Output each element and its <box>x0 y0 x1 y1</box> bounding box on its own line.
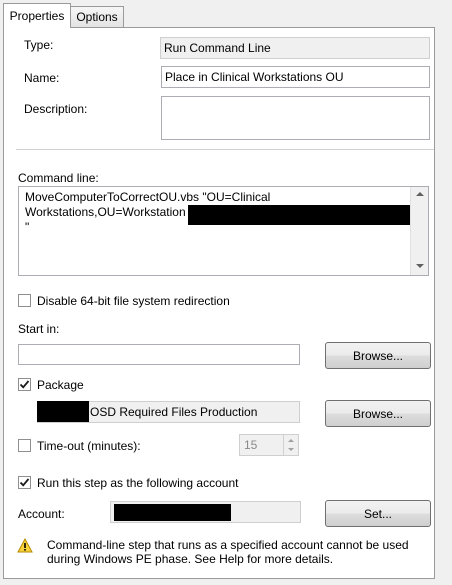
description-label: Description: <box>24 102 88 116</box>
tab-options-label: Options <box>76 10 118 24</box>
tab-properties-label: Properties <box>9 9 65 23</box>
command-line-scrollbar[interactable] <box>410 187 428 275</box>
description-input[interactable] <box>161 96 430 140</box>
timeout-spin-buttons[interactable] <box>283 435 299 455</box>
spin-up-icon[interactable] <box>288 439 294 442</box>
package-browse-button[interactable]: Browse... <box>325 400 431 427</box>
disable-redirection-checkbox[interactable] <box>18 294 31 307</box>
disable-redirection-label: Disable 64-bit file system redirection <box>37 294 230 308</box>
name-label: Name: <box>24 71 60 85</box>
package-value: OSD Required Files Production <box>90 405 258 419</box>
warning-text-line1: Command-line step that runs as a specifi… <box>47 538 409 552</box>
command-line-label: Command line: <box>18 171 99 185</box>
name-input[interactable]: Place in Clinical Workstations OU <box>161 66 430 88</box>
type-field: Run Command Line <box>160 37 430 59</box>
spin-down-icon[interactable] <box>288 448 294 451</box>
tab-options[interactable]: Options <box>70 6 124 27</box>
type-label: Type: <box>24 38 54 52</box>
warning-text-line2: during Windows PE phase. See Help for mo… <box>47 552 334 566</box>
timeout-label: Time-out (minutes): <box>37 439 141 453</box>
warning-icon <box>17 537 33 553</box>
run-as-account-checkbox[interactable] <box>18 476 31 489</box>
scroll-down-icon[interactable] <box>416 264 424 268</box>
package-label: Package <box>37 378 84 392</box>
start-in-label: Start in: <box>18 322 60 336</box>
checkmark-icon <box>19 380 30 389</box>
redacted-package-id <box>37 401 89 422</box>
run-as-account-label: Run this step as the following account <box>37 476 239 490</box>
timeout-value: 15 <box>244 438 258 452</box>
right-edge-area <box>435 0 452 585</box>
tab-properties[interactable]: Properties <box>3 3 71 28</box>
command-line-text-1: MoveComputerToCorrectOU.vbs "OU=Clinical <box>25 190 271 204</box>
account-label: Account: <box>18 507 65 521</box>
start-in-browse-button[interactable]: Browse... <box>325 342 431 369</box>
command-line-textarea[interactable]: MoveComputerToCorrectOU.vbs "OU=Clinical… <box>18 186 429 276</box>
start-in-input[interactable] <box>18 344 300 365</box>
redacted-account <box>114 504 231 521</box>
account-set-button[interactable]: Set... <box>325 500 431 527</box>
redacted-text <box>188 205 412 225</box>
separator <box>16 149 434 151</box>
timeout-checkbox[interactable] <box>18 439 31 452</box>
scroll-up-icon[interactable] <box>416 192 424 196</box>
checkmark-icon <box>19 478 30 487</box>
properties-panel: Type: Run Command Line Name: Place in Cl… <box>3 27 435 579</box>
package-checkbox[interactable] <box>18 378 31 391</box>
